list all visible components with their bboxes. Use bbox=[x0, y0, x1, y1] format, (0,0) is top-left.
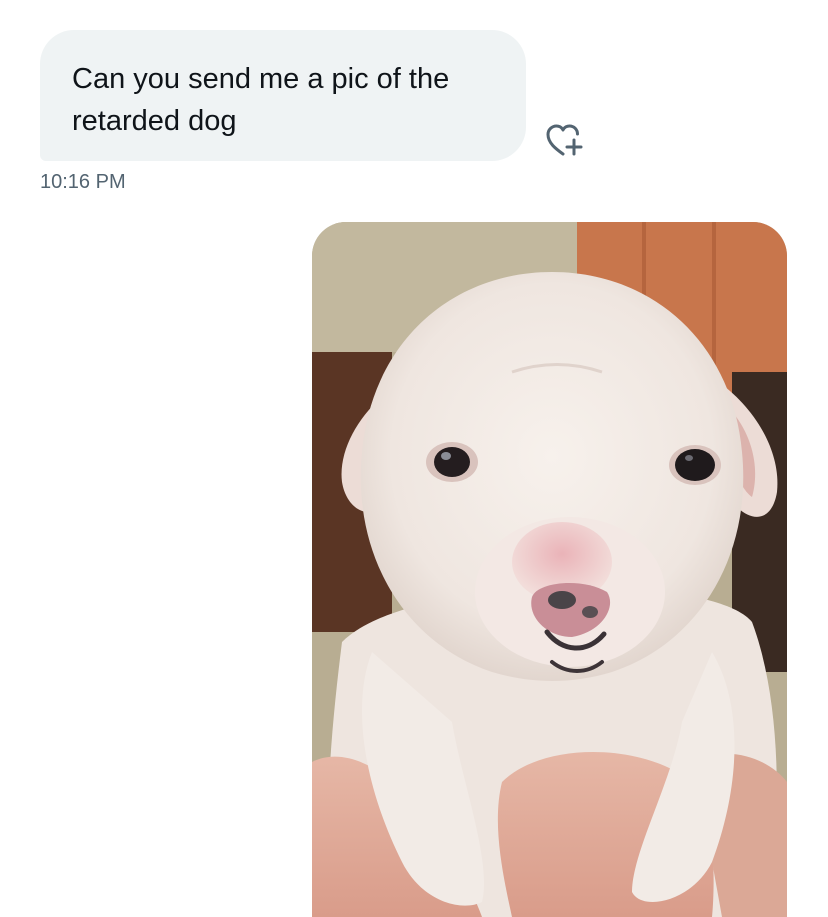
add-reaction-button[interactable] bbox=[542, 120, 590, 160]
message-timestamp: 10:16 PM bbox=[40, 171, 126, 193]
incoming-message-bubble[interactable]: Can you send me a pic of the retarded do… bbox=[40, 30, 526, 161]
message-text-line-2: retarded dog bbox=[72, 105, 237, 137]
heart-plus-icon bbox=[546, 124, 583, 156]
puppy-photo bbox=[312, 222, 787, 917]
message-text-line-1: Can you send me a pic of the bbox=[72, 63, 450, 95]
outgoing-image-message[interactable] bbox=[312, 222, 787, 917]
